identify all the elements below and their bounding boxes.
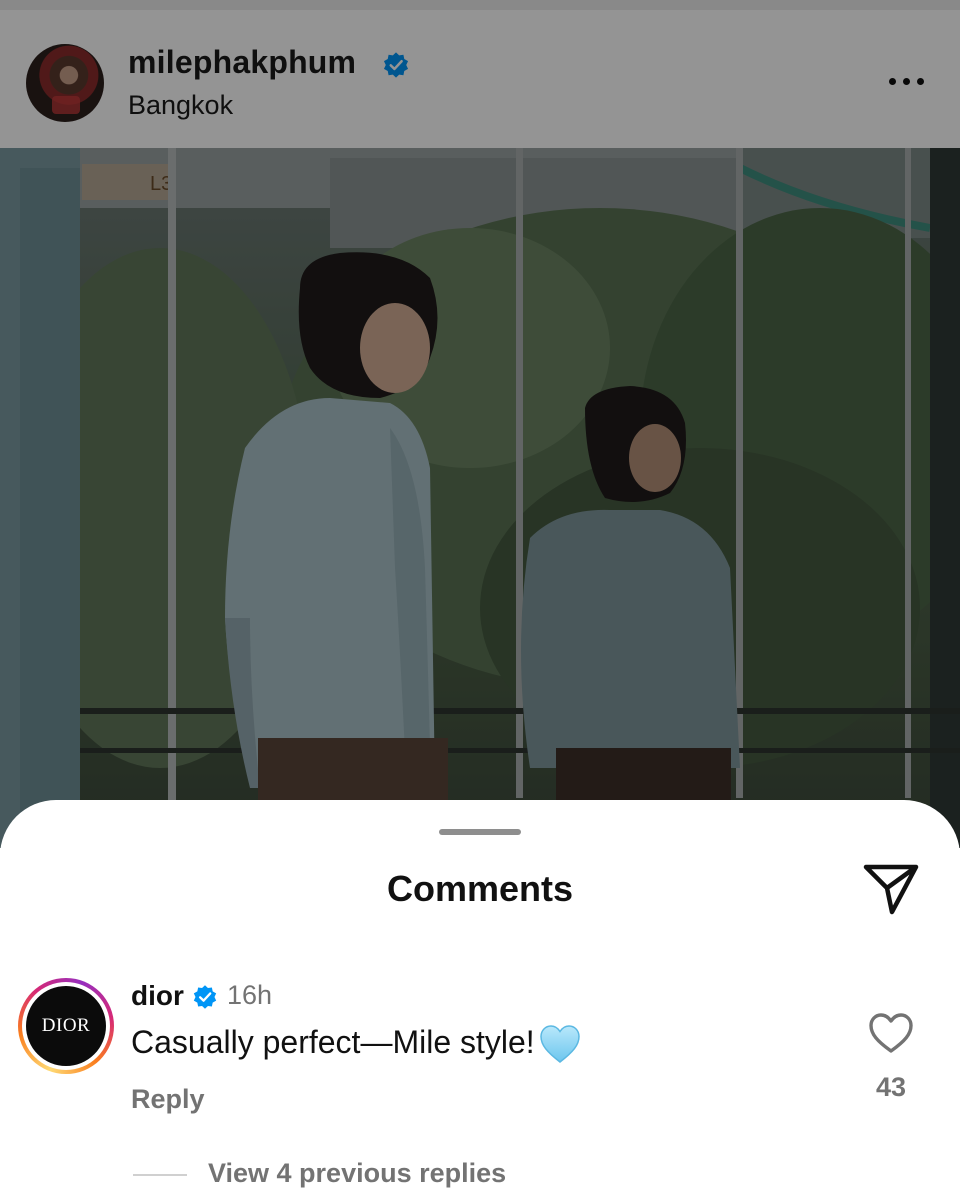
comment-timestamp: 16h <box>227 980 273 1010</box>
avatar-logo-text: DIOR <box>41 1015 91 1036</box>
more-options-icon[interactable] <box>884 66 928 96</box>
comment-avatar: DIOR <box>26 986 106 1066</box>
light-blue-heart-icon <box>540 1025 580 1063</box>
heart-outline-icon[interactable] <box>868 1012 914 1054</box>
comments-title: Comments <box>386 868 574 909</box>
post-username[interactable]: milephakphum <box>128 44 356 81</box>
status-divider <box>0 0 960 10</box>
photo-illustration: L3 <box>0 148 960 848</box>
verified-badge-icon <box>193 985 217 1009</box>
paper-plane-icon[interactable] <box>862 862 920 916</box>
comment-text: Casually perfect—Mile style! <box>131 1024 535 1060</box>
drag-handle[interactable] <box>439 829 521 835</box>
comment-username[interactable]: dior <box>131 980 184 1012</box>
like-count: 43 <box>875 1072 907 1102</box>
post-header: milephakphum Bangkok <box>0 0 960 148</box>
post-location[interactable]: Bangkok <box>128 90 233 121</box>
verified-badge-icon <box>383 52 409 78</box>
comment-avatar-ring[interactable]: DIOR <box>18 978 114 1074</box>
comments-sheet: Comments DIOR dior 16h Casually perfect—… <box>0 800 960 1200</box>
reply-button[interactable]: Reply <box>131 1084 205 1115</box>
instagram-post-screen: milephakphum Bangkok L3 Comments DIOR di… <box>0 0 960 1200</box>
view-replies-button[interactable]: View 4 previous replies <box>208 1158 506 1189</box>
profile-avatar[interactable] <box>26 44 104 122</box>
post-photo[interactable]: L3 <box>0 148 960 848</box>
replies-divider <box>133 1174 187 1176</box>
